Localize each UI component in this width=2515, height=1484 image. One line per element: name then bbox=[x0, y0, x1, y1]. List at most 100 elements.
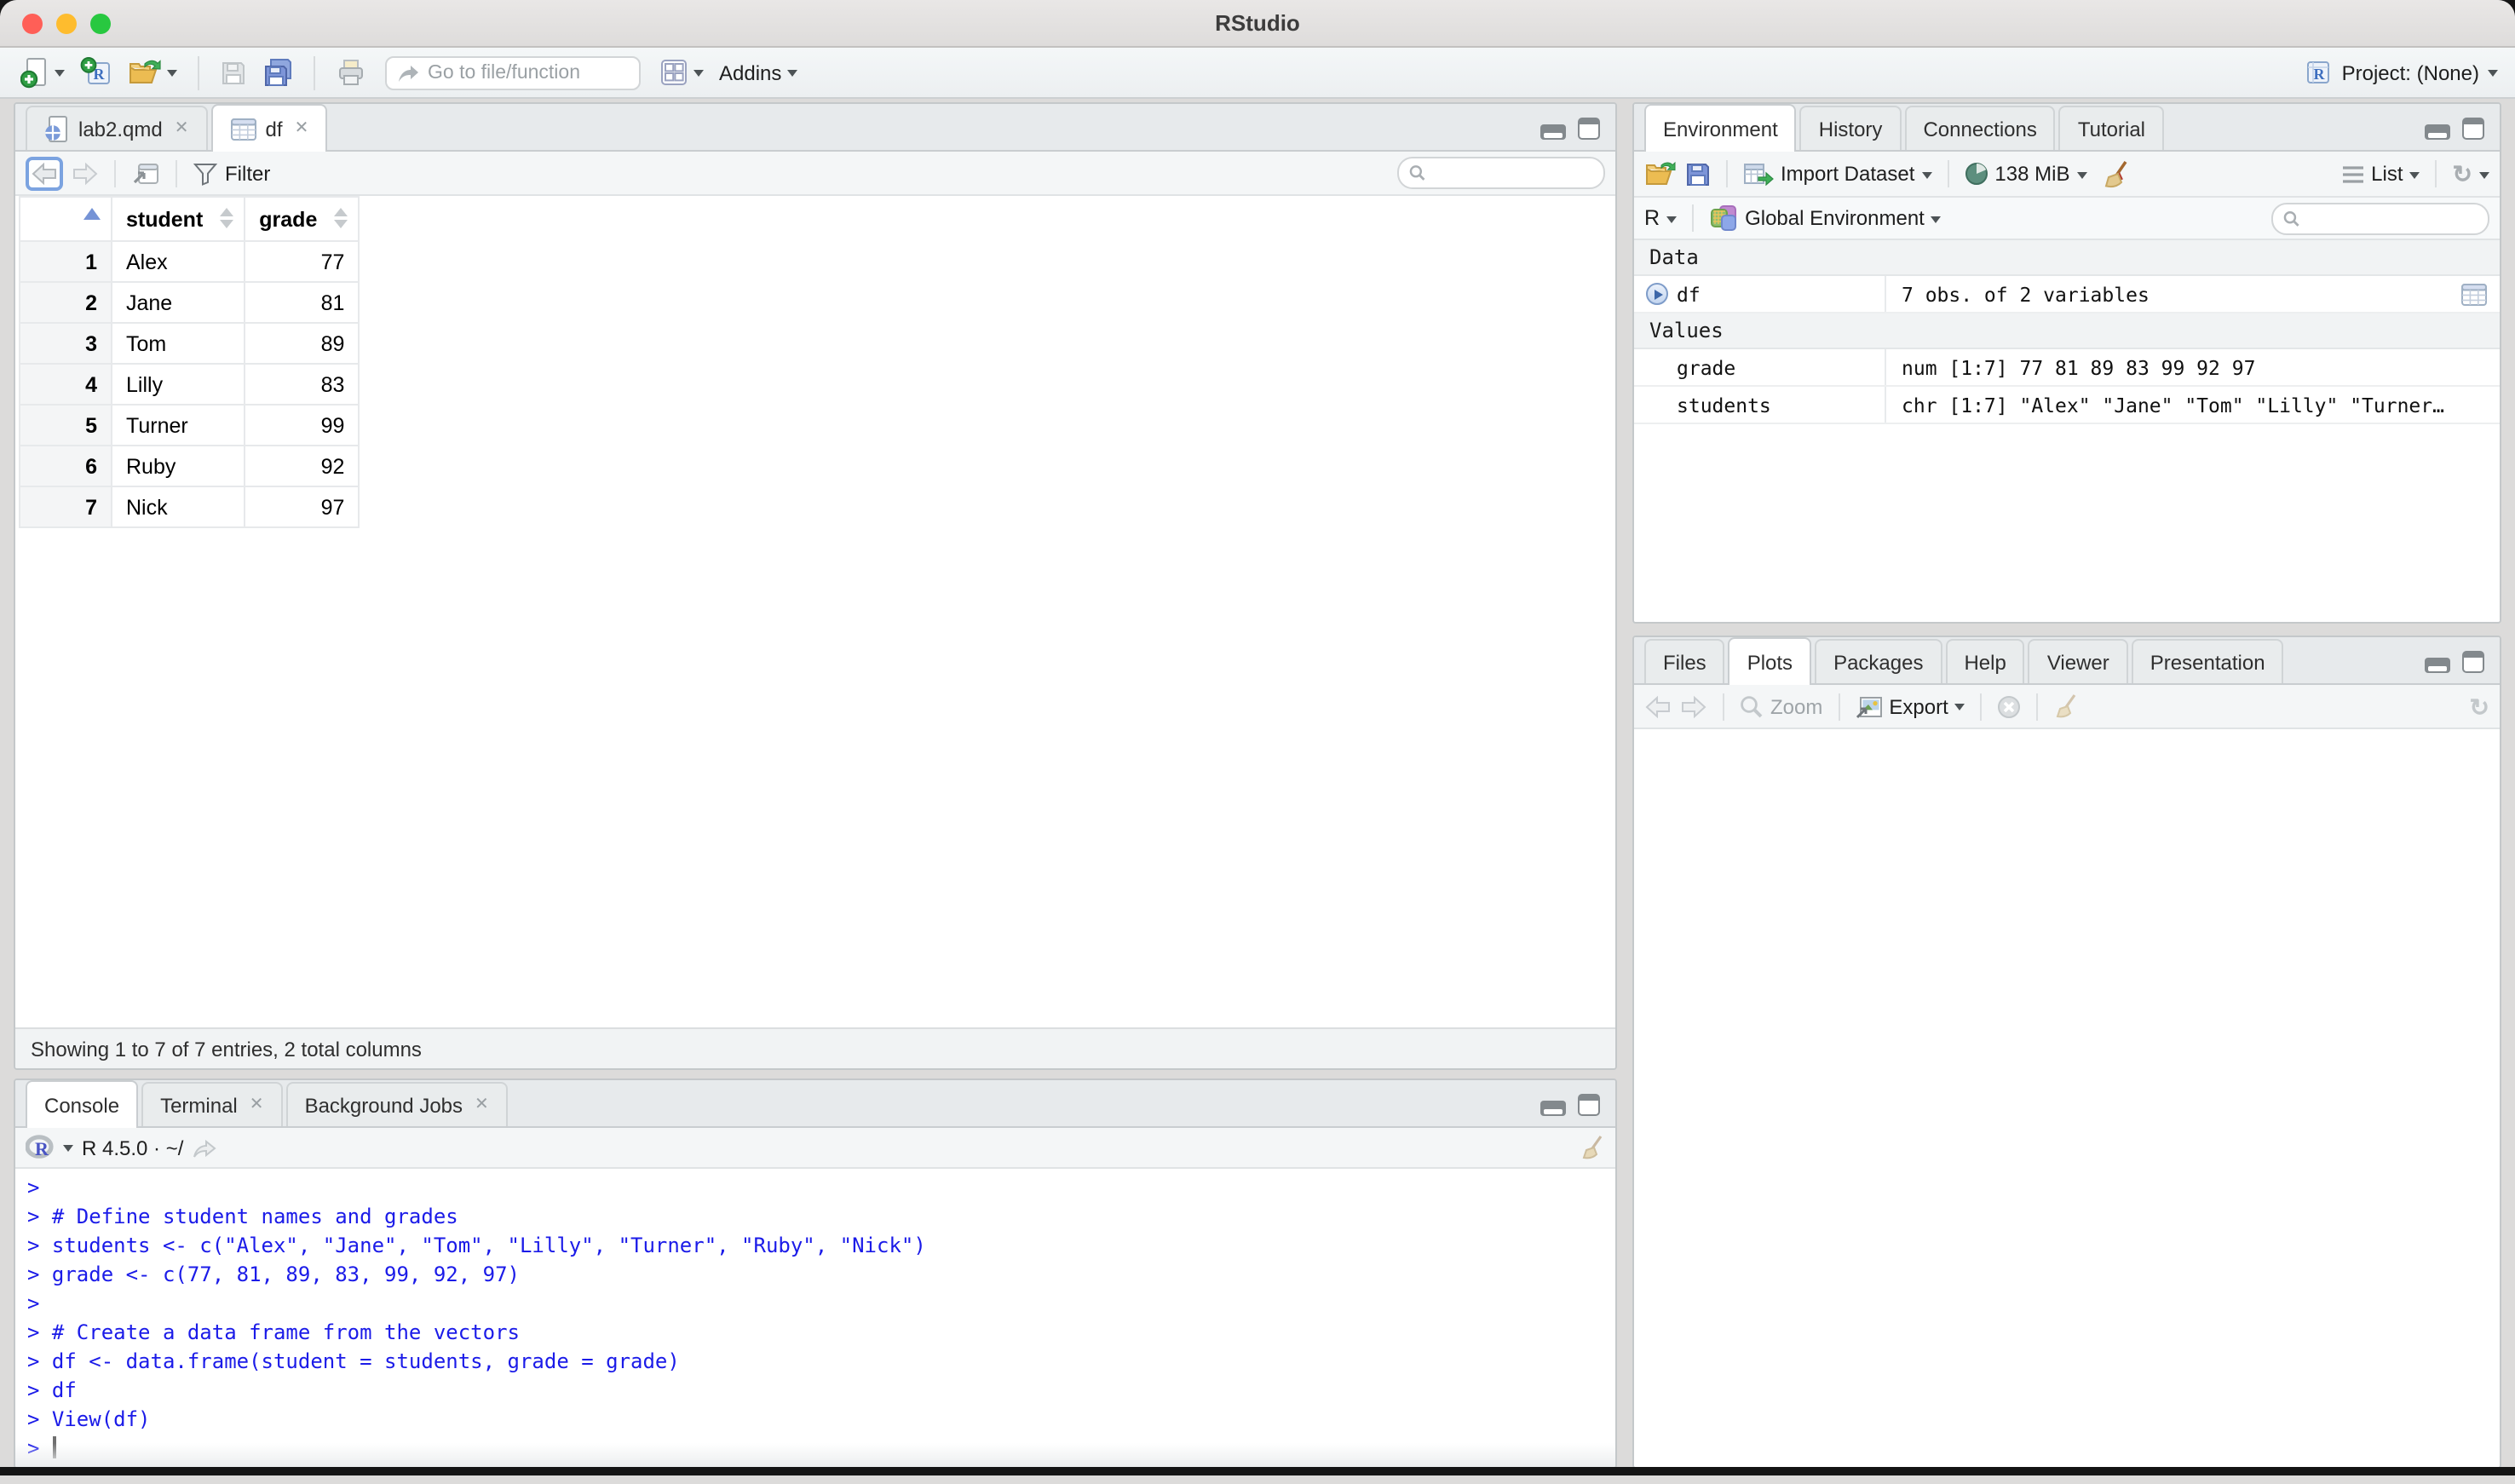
close-tab-icon[interactable]: ✕ bbox=[250, 1096, 264, 1114]
tab-environment[interactable]: Environment bbox=[1644, 104, 1797, 152]
console-popout-icon[interactable] bbox=[192, 1137, 216, 1158]
refresh-icon: ↻ bbox=[2453, 162, 2472, 186]
plots-toolbar: Zoom Export ↻ bbox=[1634, 685, 2500, 729]
chevron-down-icon bbox=[55, 70, 65, 77]
tab-lab2-qmd[interactable]: lab2.qmd✕ bbox=[26, 106, 208, 150]
tab-history[interactable]: History bbox=[1800, 106, 1902, 150]
close-tab-icon[interactable]: ✕ bbox=[175, 119, 189, 138]
rownames-column-header[interactable] bbox=[20, 197, 112, 241]
close-tab-icon[interactable]: ✕ bbox=[295, 119, 309, 138]
tab-viewer[interactable]: Viewer bbox=[2029, 639, 2128, 683]
print-button[interactable] bbox=[332, 56, 370, 89]
tab-help[interactable]: Help bbox=[1945, 639, 2024, 683]
console-line: > df <- data.frame(student = students, g… bbox=[27, 1348, 1615, 1377]
tab-label: Presentation bbox=[2150, 650, 2265, 674]
cell-student: Tom bbox=[112, 323, 245, 364]
source-tabbar: lab2.qmd✕df✕ bbox=[15, 104, 1615, 152]
column-header-student[interactable]: student bbox=[112, 197, 245, 241]
environment-search-field[interactable] bbox=[2306, 208, 2478, 228]
tab-terminal[interactable]: Terminal✕ bbox=[141, 1082, 283, 1126]
clear-console-button[interactable] bbox=[1580, 1134, 1605, 1161]
remove-plot-button[interactable] bbox=[1998, 694, 2022, 718]
save-all-button[interactable] bbox=[259, 56, 296, 89]
zoom-plot-button[interactable]: Zoom bbox=[1740, 694, 1822, 718]
memory-usage-button[interactable]: 138 MiB bbox=[1964, 162, 2086, 186]
environment-object-grade[interactable]: gradenum [1:7] 77 81 89 83 99 92 97 bbox=[1634, 349, 2500, 387]
clear-plots-button[interactable] bbox=[2054, 693, 2080, 720]
refresh-plots-icon[interactable]: ↻ bbox=[2470, 694, 2489, 718]
tab-background-jobs[interactable]: Background Jobs✕ bbox=[286, 1082, 508, 1126]
back-button[interactable] bbox=[26, 156, 63, 190]
language-selector[interactable]: R bbox=[1644, 206, 1677, 230]
minimize-pane-icon[interactable] bbox=[2425, 124, 2450, 140]
environment-object-students[interactable]: studentschr [1:7] "Alex" "Jane" "Tom" "L… bbox=[1634, 387, 2500, 424]
fullscreen-window-button[interactable] bbox=[90, 14, 111, 34]
import-dataset-button[interactable]: Import Dataset bbox=[1743, 162, 1931, 186]
new-file-button[interactable] bbox=[17, 55, 68, 90]
language-label: R bbox=[1644, 206, 1660, 230]
console-pane: ConsoleTerminal✕Background Jobs✕ R R 4.5… bbox=[14, 1078, 1617, 1469]
sort-icons bbox=[334, 208, 348, 228]
minimize-pane-icon[interactable] bbox=[2425, 658, 2450, 673]
maximize-pane-icon[interactable] bbox=[2462, 118, 2484, 140]
tab-files[interactable]: Files bbox=[1644, 639, 1725, 683]
object-name: grade bbox=[1634, 349, 1886, 385]
maximize-pane-icon[interactable] bbox=[1578, 118, 1600, 140]
tab-packages[interactable]: Packages bbox=[1815, 639, 1942, 683]
cell-student: Turner bbox=[112, 405, 245, 446]
tab-tutorial[interactable]: Tutorial bbox=[2059, 106, 2164, 150]
table-row: 3Tom89 bbox=[20, 323, 359, 364]
save-button[interactable] bbox=[216, 57, 250, 88]
pane-layout-button[interactable] bbox=[656, 56, 707, 89]
console-input-area[interactable]: >> # Define student names and grades> st… bbox=[15, 1169, 1615, 1467]
list-view-button[interactable]: List bbox=[2340, 162, 2420, 186]
tab-plots[interactable]: Plots bbox=[1729, 637, 1811, 685]
console-line: > students <- c("Alex", "Jane", "Tom", "… bbox=[27, 1232, 1615, 1261]
r-version-menu[interactable]: R bbox=[26, 1135, 73, 1160]
close-window-button[interactable] bbox=[22, 14, 43, 34]
filter-button[interactable]: Filter bbox=[193, 161, 270, 185]
tab-connections[interactable]: Connections bbox=[1904, 106, 2055, 150]
forward-button[interactable] bbox=[72, 161, 99, 185]
expand-object-icon[interactable] bbox=[1646, 283, 1668, 305]
minimize-pane-icon[interactable] bbox=[1540, 1101, 1566, 1116]
maximize-pane-icon[interactable] bbox=[1578, 1094, 1600, 1116]
console-line: > bbox=[27, 1290, 1615, 1319]
open-file-button[interactable] bbox=[124, 56, 181, 89]
goto-file-field[interactable] bbox=[428, 62, 690, 83]
minimize-window-button[interactable] bbox=[56, 14, 77, 34]
cell-grade: 77 bbox=[245, 241, 359, 282]
chevron-down-icon bbox=[2410, 171, 2420, 178]
viewer-search-field[interactable] bbox=[1432, 163, 1593, 183]
maximize-pane-icon[interactable] bbox=[2462, 651, 2484, 673]
minimize-pane-icon[interactable] bbox=[1540, 124, 1566, 140]
clear-environment-button[interactable] bbox=[2102, 159, 2129, 188]
environment-selector[interactable]: Global Environment bbox=[1709, 204, 1942, 232]
load-workspace-button[interactable] bbox=[1644, 160, 1677, 187]
previous-plot-button[interactable] bbox=[1644, 694, 1672, 718]
project-label: Project: (None) bbox=[2342, 60, 2479, 84]
viewer-search-input[interactable] bbox=[1397, 157, 1605, 189]
environment-object-df[interactable]: df7 obs. of 2 variables bbox=[1634, 276, 2500, 313]
object-name: students bbox=[1634, 387, 1886, 423]
new-project-button[interactable]: R bbox=[77, 55, 116, 90]
popout-window-button[interactable] bbox=[131, 160, 160, 186]
column-header-grade[interactable]: grade bbox=[245, 197, 359, 241]
environment-search-input[interactable] bbox=[2271, 202, 2489, 234]
tab-presentation[interactable]: Presentation bbox=[2132, 639, 2284, 683]
main-toolbar: R bbox=[0, 48, 2515, 99]
refresh-environment-button[interactable]: ↻ bbox=[2453, 162, 2489, 186]
project-button[interactable]: R Project: (None) bbox=[2305, 58, 2498, 87]
next-plot-button[interactable] bbox=[1680, 694, 1707, 718]
cell-grade: 97 bbox=[245, 486, 359, 527]
export-plot-button[interactable]: Export bbox=[1855, 694, 1965, 718]
save-workspace-button[interactable] bbox=[1685, 161, 1711, 187]
goto-file-input[interactable] bbox=[385, 55, 641, 89]
tab-df[interactable]: df✕ bbox=[211, 104, 328, 152]
environment-tabbar: EnvironmentHistoryConnectionsTutorial bbox=[1634, 104, 2500, 152]
close-tab-icon[interactable]: ✕ bbox=[475, 1096, 489, 1114]
view-table-icon[interactable] bbox=[2460, 276, 2500, 312]
tab-console[interactable]: Console bbox=[26, 1080, 138, 1128]
data-viewer-toolbar: Filter bbox=[15, 152, 1615, 196]
addins-button[interactable]: Addins bbox=[716, 59, 800, 86]
